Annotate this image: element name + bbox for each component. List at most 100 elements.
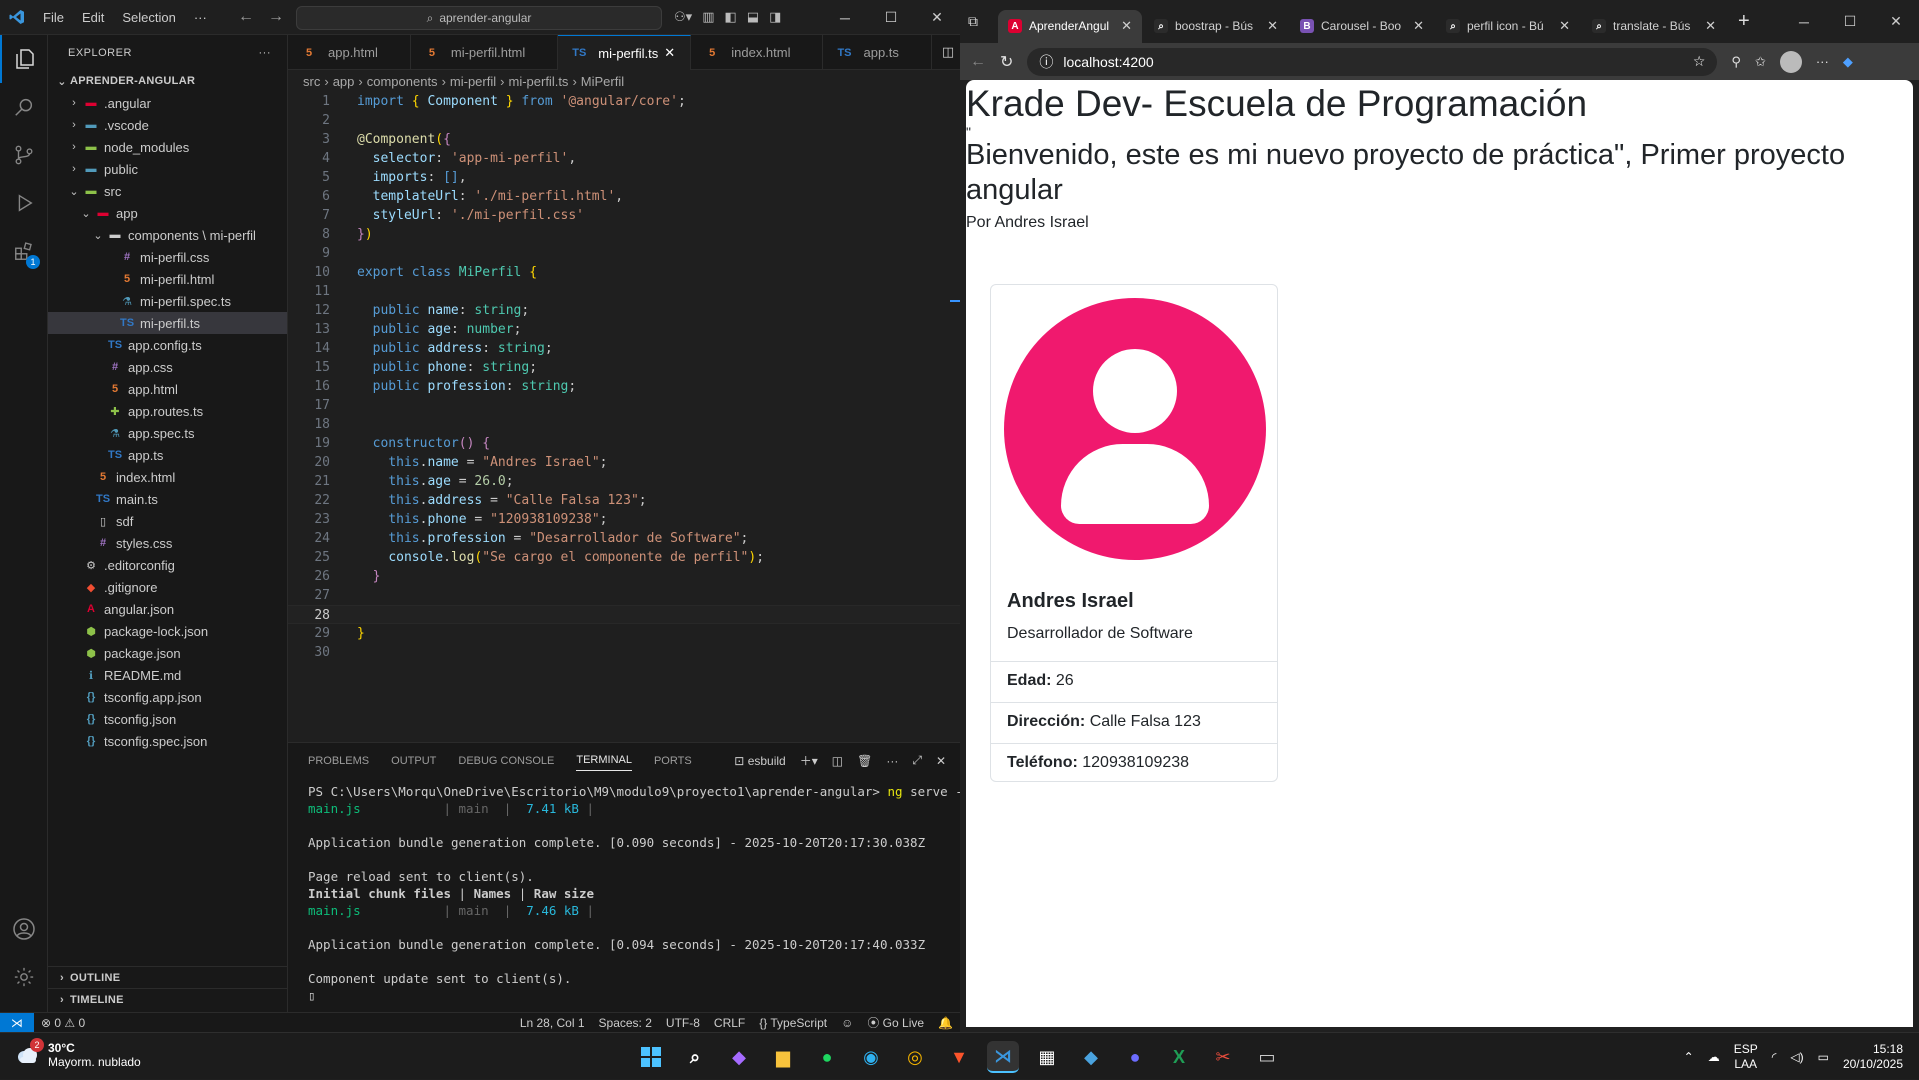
code-line[interactable]: 5 imports: [], [288,168,960,187]
layout-icon[interactable]: ▥ [702,9,714,25]
terminal-taskbar-icon[interactable]: ▭ [1251,1041,1283,1073]
code-line[interactable]: 23 this.phone = "120938109238"; [288,510,960,529]
terminal-output[interactable]: PS C:\Users\Morqu\OneDrive\Escritorio\M9… [288,778,970,1009]
tree-item[interactable]: Aangular.json [48,598,287,620]
code-line[interactable]: 25 console.log("Se cargo el componente d… [288,548,960,567]
code-line[interactable]: 12 public name: string; [288,301,960,320]
breadcrumb-item[interactable]: app [333,74,355,89]
outline-header[interactable]: › OUTLINE [48,967,288,989]
tree-item[interactable]: › ▬ .angular [48,92,287,114]
indentation[interactable]: Spaces: 2 [592,1016,659,1030]
new-tab-button[interactable]: + [1738,10,1750,33]
panel-tab[interactable]: PORTS [654,755,692,767]
copilot-taskbar-icon[interactable]: ◆ [723,1041,755,1073]
battery-icon[interactable]: ▭ [1818,1050,1829,1064]
tree-item[interactable]: ⬢ package-lock.json [48,620,287,642]
browser-maximize-button[interactable]: ☐ [1827,4,1873,39]
clock[interactable]: 15:18 20/10/2025 [1843,1042,1903,1072]
tree-item[interactable]: ⌄ ▬ components \ mi-perfil [48,224,287,246]
timeline-section[interactable]: › TIMELINE [48,988,288,1011]
browser-tab[interactable]: B Carousel - Boo ✕ [1290,10,1434,43]
tree-item[interactable]: # app.css [48,356,287,378]
tree-item[interactable]: {} tsconfig.json [48,708,287,730]
copilot-icon[interactable]: ⚇▾ [674,9,692,25]
eclipse-icon[interactable]: ● [1119,1041,1151,1073]
close-tab-icon[interactable]: ✕ [664,45,678,61]
outline-section[interactable]: › OUTLINE [48,966,288,989]
go-live-button[interactable]: ⦿ Go Live [860,1014,931,1031]
vscode-taskbar-icon[interactable]: ⋊ [987,1041,1019,1073]
problems-count[interactable]: ⊗ 0 ⚠ 0 [34,1016,92,1030]
code-line[interactable]: 1 import { Component } from '@angular/cor… [288,92,960,111]
editor-tab[interactable]: TS app.ts [823,35,932,70]
tree-item[interactable]: # styles.css [48,532,287,554]
panel-tab[interactable]: OUTPUT [391,755,436,767]
brave-icon[interactable]: ▼ [943,1041,975,1073]
tab-actions-icon[interactable]: ⧉ [968,13,998,30]
manage-gear-icon[interactable] [0,953,48,1001]
site-info-icon[interactable]: ⓘ [1039,52,1053,72]
breadcrumb-item[interactable]: mi-perfil [450,74,496,89]
tree-item[interactable]: ⌄ ▬ src [48,180,287,202]
browser-tab[interactable]: A AprenderAngul ✕ [998,9,1142,43]
code-line[interactable]: 3 @Component({ [288,130,960,149]
editor-tab[interactable]: 5 index.html [691,35,824,70]
tree-item[interactable]: ✚ app.routes.ts [48,400,287,422]
language-indicator[interactable]: ESP LAA [1734,1042,1758,1072]
breadcrumb-item[interactable]: mi-perfil.ts [508,74,568,89]
tray-overflow-chevron-icon[interactable]: ⌃ [1684,1050,1694,1064]
menu-selection[interactable]: Selection [113,0,184,35]
breadcrumb-item[interactable]: src [303,74,320,89]
source-control-icon[interactable] [0,131,48,179]
code-line[interactable]: 29} [288,624,960,643]
search-icon[interactable] [0,83,48,131]
explorer-icon[interactable] [0,35,48,83]
close-panel-icon[interactable]: ✕ [936,754,946,768]
code-line[interactable]: 28 [288,605,960,624]
chrome-icon[interactable]: ◎ [899,1041,931,1073]
code-line[interactable]: 24 this.profession = "Desarrollador de S… [288,529,960,548]
code-line[interactable]: 22 this.address = "Calle Falsa 123"; [288,491,960,510]
volume-icon[interactable]: ◁) [1790,1050,1803,1064]
browser-tab[interactable]: ⌕ translate - Bús ✕ [1582,10,1726,43]
tree-item[interactable]: {} tsconfig.spec.json [48,730,287,752]
browser-menu-icon[interactable]: ··· [1816,54,1829,69]
line-ending[interactable]: CRLF [707,1016,752,1030]
code-line[interactable]: 16 public profession: string; [288,377,960,396]
breadcrumb-item[interactable]: MiPerfil [581,74,624,89]
remote-indicator-icon[interactable]: ⋊ [0,1012,34,1033]
code-line[interactable]: 4 selector: 'app-mi-perfil', [288,149,960,168]
explorer-more-icon[interactable]: ··· [259,47,272,59]
browser-tab[interactable]: ⌕ perfil icon - Bú ✕ [1436,10,1580,43]
file-explorer-icon[interactable]: ▆ [767,1041,799,1073]
tree-item[interactable]: # mi-perfil.css [48,246,287,268]
tree-item[interactable]: ℹ README.md [48,664,287,686]
tree-item[interactable]: 5 mi-perfil.html [48,268,287,290]
browser-minimize-button[interactable]: ─ [1781,4,1827,39]
tree-item[interactable]: ⚗ mi-perfil.spec.ts [48,290,287,312]
close-tab-icon[interactable]: ✕ [1705,18,1716,34]
favorite-star-icon[interactable]: ☆ [1693,53,1706,70]
code-line[interactable]: 15 public phone: string; [288,358,960,377]
tree-item[interactable]: › ▬ .vscode [48,114,287,136]
profile-avatar[interactable] [1779,50,1802,73]
tree-item[interactable]: › ▬ node_modules [48,136,287,158]
maximize-panel-icon[interactable]: ⤢ [912,753,922,768]
taskbar-search-icon[interactable]: ⌕ [679,1041,711,1073]
code-line[interactable]: 26 } [288,567,960,586]
address-bar[interactable]: ⓘ localhost:4200 ☆ [1027,47,1718,76]
code-line[interactable]: 30 [288,643,960,662]
code-line[interactable]: 9 [288,244,960,263]
reload-icon[interactable]: ↻ [1000,52,1013,72]
weather-widget[interactable]: 2 30°C Mayorm. nublado [14,1038,141,1069]
encoding[interactable]: UTF-8 [659,1016,707,1030]
project-root[interactable]: ⌄ APRENDER-ANGULAR [48,70,287,92]
snipping-tool-icon[interactable]: ✂ [1207,1041,1239,1073]
panel-tab[interactable]: TERMINAL [576,754,632,771]
code-line[interactable]: 18 [288,415,960,434]
close-tab-icon[interactable]: ✕ [1559,18,1570,34]
breadcrumb-item[interactable]: components [367,74,438,89]
toggle-sidebar-icon[interactable]: ◧ [724,9,736,25]
code-line[interactable]: 27 [288,586,960,605]
code-line[interactable]: 21 this.age = 26.0; [288,472,960,491]
